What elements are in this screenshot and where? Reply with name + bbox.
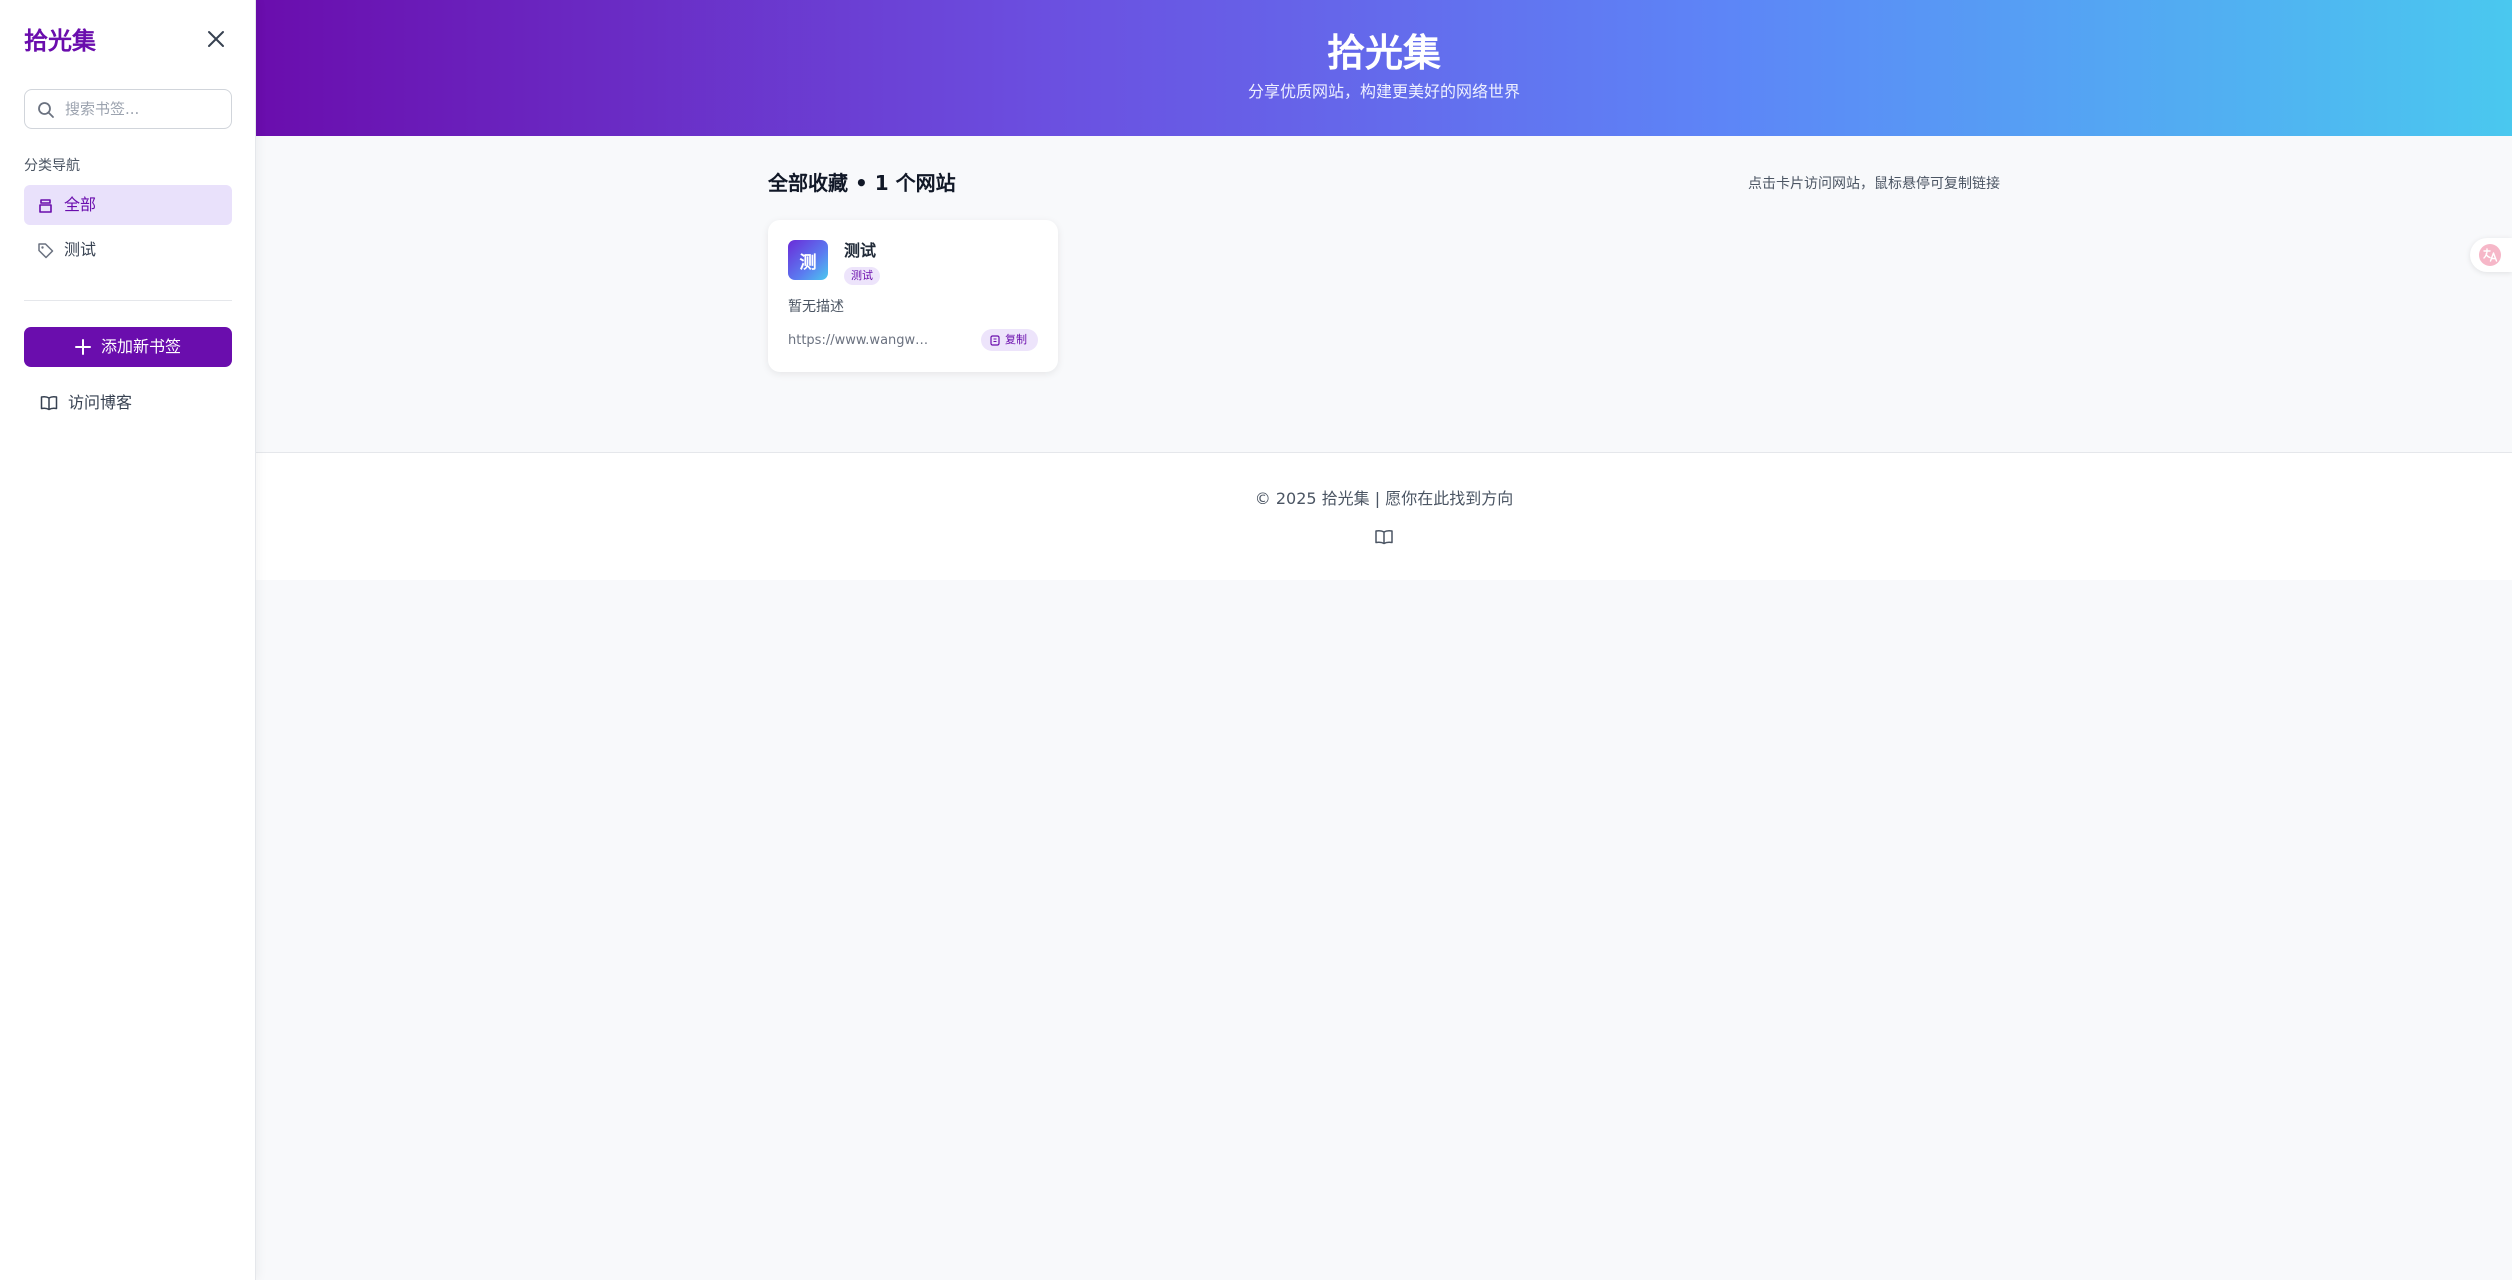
sidebar-item-label: 测试 <box>64 240 97 259</box>
usage-hint: 点击卡片访问网站，鼠标悬停可复制链接 <box>1748 176 2000 192</box>
footer: © 2025 拾光集 | 愿你在此找到方向 <box>256 452 2512 580</box>
book-open-icon <box>40 396 58 411</box>
search-icon <box>38 102 54 118</box>
bookmark-card[interactable]: 测 测试 测试 暂无描述 https://www.wangwan··· 复制 <box>768 220 1058 372</box>
tag-icon <box>38 243 54 259</box>
sidebar-item-test[interactable]: 测试 <box>24 230 232 270</box>
copy-label: 复制 <box>1005 333 1027 346</box>
site-tag-badge: 测试 <box>844 267 880 285</box>
plus-icon <box>75 339 91 355</box>
copy-icon <box>990 335 1000 346</box>
site-url: https://www.wangwan··· <box>788 333 930 348</box>
search-box <box>24 89 232 129</box>
sidebar-title: 拾光集 <box>24 27 96 55</box>
translate-icon <box>2479 244 2501 266</box>
close-icon[interactable] <box>203 26 229 52</box>
category-nav-label: 分类导航 <box>24 158 80 174</box>
visit-blog-link[interactable]: 访问博客 <box>24 385 232 421</box>
page-title: 拾光集 <box>1326 31 1441 75</box>
sidebar: 拾光集 分类导航 全部 测试 添加新书签 访问 <box>0 0 256 1280</box>
sidebar-item-label: 全部 <box>64 195 97 214</box>
page-subtitle: 分享优质网站，构建更美好的网络世界 <box>1247 82 1520 101</box>
visit-blog-label: 访问博客 <box>68 393 133 412</box>
floating-assistant-button[interactable] <box>2470 238 2512 272</box>
site-avatar: 测 <box>788 240 828 280</box>
add-bookmark-button[interactable]: 添加新书签 <box>24 327 232 367</box>
content-header: 全部收藏 • 1 个网站 点击卡片访问网站，鼠标悬停可复制链接 <box>768 170 2000 200</box>
collection-heading: 全部收藏 • 1 个网站 <box>768 171 956 195</box>
site-description: 暂无描述 <box>788 299 844 315</box>
book-open-icon[interactable] <box>1374 528 1394 546</box>
sidebar-divider <box>24 300 232 301</box>
site-name: 测试 <box>844 241 877 260</box>
footer-copyright: © 2025 拾光集 | 愿你在此找到方向 <box>1254 489 1514 508</box>
copy-link-button[interactable]: 复制 <box>981 329 1038 351</box>
bookmark-stack-icon <box>39 199 52 213</box>
hero-header: 拾光集 分享优质网站，构建更美好的网络世界 <box>256 0 2512 136</box>
sidebar-item-all[interactable]: 全部 <box>24 185 232 225</box>
add-bookmark-label: 添加新书签 <box>101 337 182 356</box>
search-input[interactable] <box>65 90 225 128</box>
